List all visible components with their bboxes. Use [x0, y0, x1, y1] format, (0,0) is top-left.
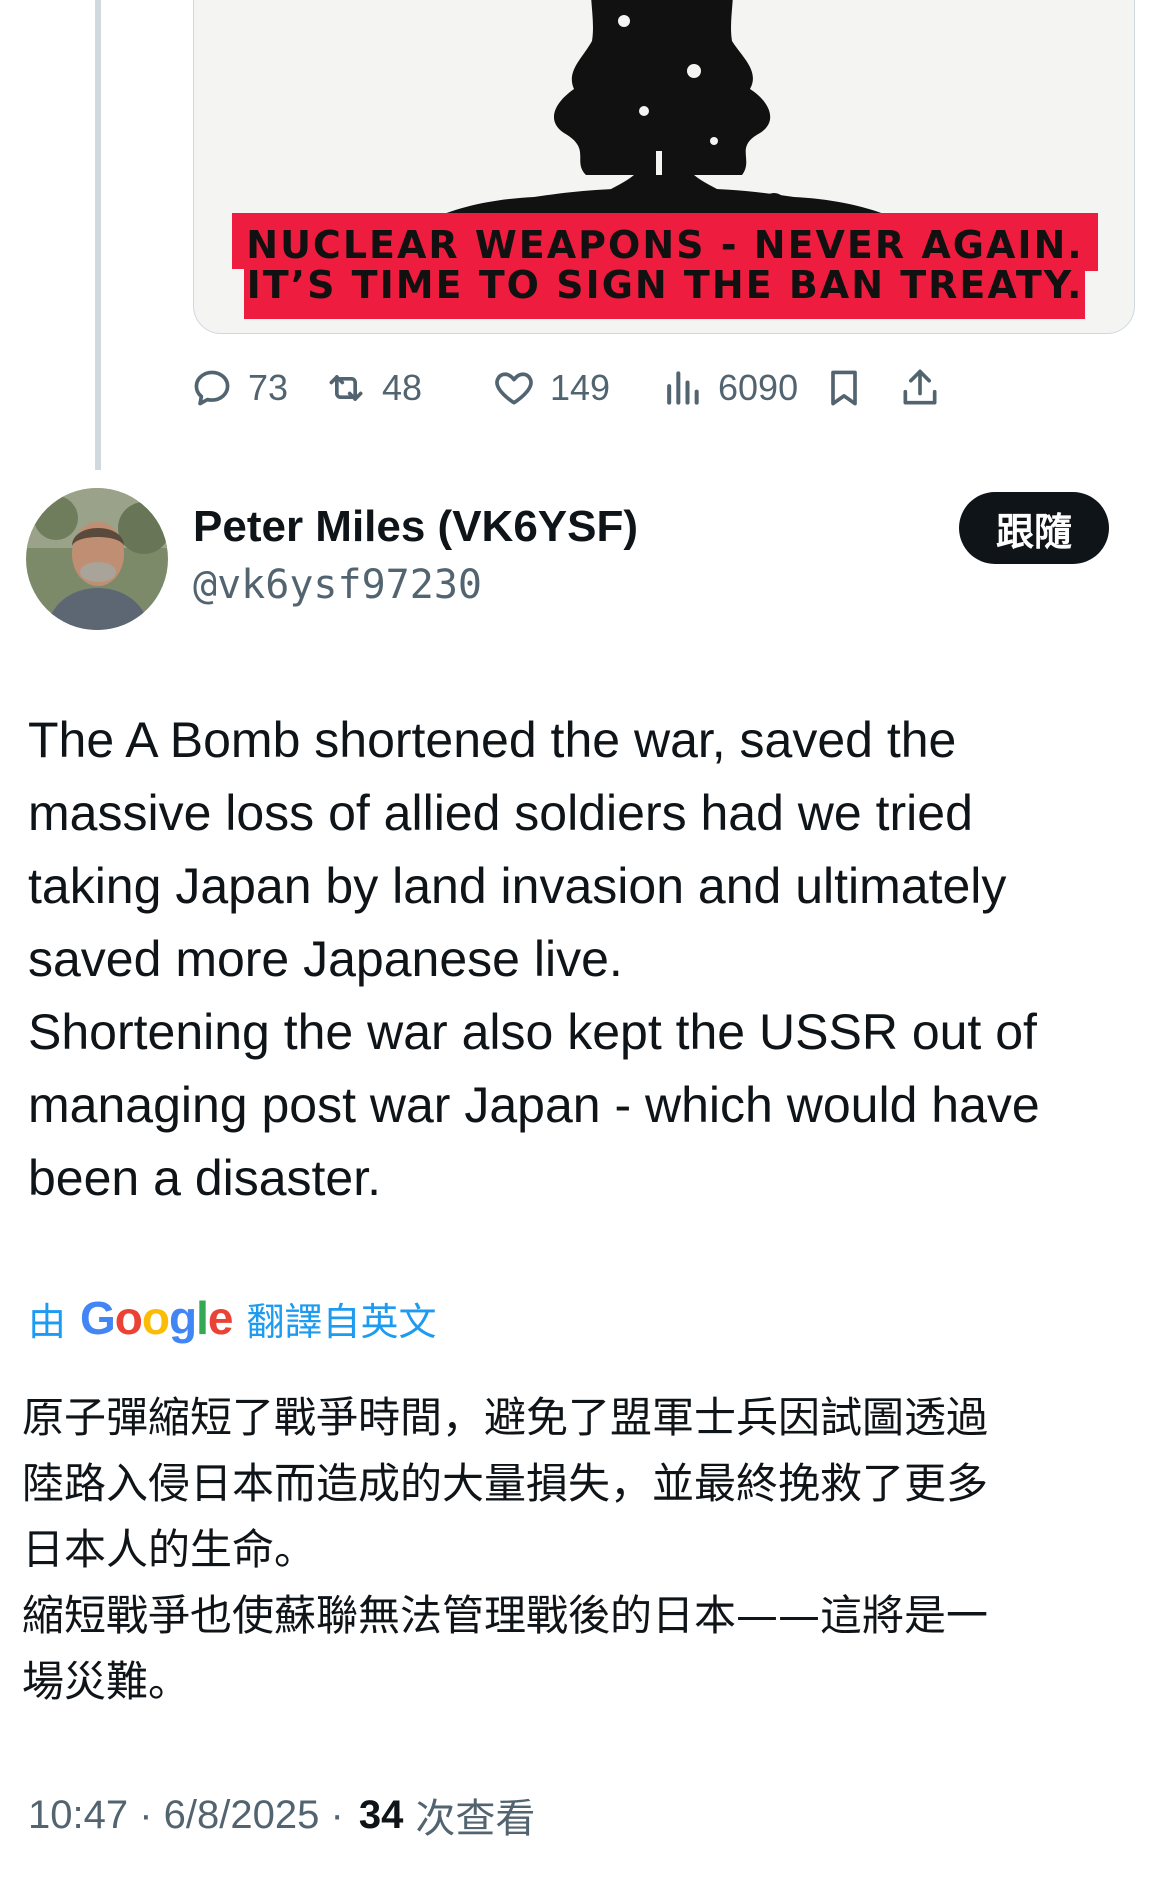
bookmark-icon: [831, 370, 857, 406]
post-meta: 10:47 · 6/8/2025 · 34 次查看: [28, 1786, 535, 1844]
translation-source-label: 翻譯自英文: [246, 1299, 437, 1344]
google-logo: Google: [80, 1292, 233, 1344]
banner-line-2: IT’S TIME TO SIGN THE BAN TREATY.: [246, 263, 1084, 307]
reply-count: 73: [248, 367, 289, 408]
reply-icon: [194, 370, 230, 406]
campaign-banner: NUCLEAR WEAPONS - NEVER AGAIN. IT’S TIME…: [232, 213, 1098, 319]
prev-post-action-bar: 73 48 149 6090: [190, 360, 1140, 416]
author-handle[interactable]: @vk6ysf97230: [193, 562, 482, 608]
banner-line-1: NUCLEAR WEAPONS - NEVER AGAIN.: [246, 223, 1084, 267]
mushroom-cloud-illustration: [428, 0, 900, 221]
repost-icon: [329, 375, 363, 401]
analytics-bar-icon: [667, 371, 699, 405]
meta-separator: ·: [319, 1792, 355, 1837]
bookmark-button[interactable]: [822, 360, 866, 416]
post-views-count: 34: [358, 1792, 404, 1837]
like-count: 149: [550, 367, 611, 408]
thread-connector-line: [95, 0, 101, 470]
post-media-image[interactable]: NUCLEAR WEAPONS - NEVER AGAIN. IT’S TIME…: [193, 0, 1135, 334]
share-button[interactable]: [898, 360, 942, 416]
meta-separator: ·: [128, 1792, 164, 1837]
follow-button[interactable]: 跟隨: [959, 492, 1109, 564]
post-views-label: 次查看: [415, 1796, 536, 1842]
views-count: 6090: [718, 367, 799, 408]
translation-by-label: 由: [28, 1299, 67, 1344]
views-button[interactable]: 6090: [660, 360, 798, 416]
like-button[interactable]: 149: [492, 360, 610, 416]
translation-attribution[interactable]: 由 Google 翻譯自英文: [28, 1288, 437, 1348]
post-author-header: Peter Miles (VK6YSF) @vk6ysf97230 跟隨: [26, 488, 1144, 638]
translated-post-text: 原子彈縮短了戰爭時間，避免了盟軍士兵因試圖透過 陸路入侵日本而造成的大量損失，並…: [22, 1393, 989, 1706]
avatar[interactable]: [26, 488, 168, 630]
post-time[interactable]: 10:47: [28, 1793, 128, 1838]
heart-icon: [495, 372, 533, 405]
repost-count: 48: [382, 367, 423, 408]
author-display-name[interactable]: Peter Miles (VK6YSF): [193, 502, 638, 552]
post-date[interactable]: 6/8/2025: [164, 1793, 320, 1838]
post-text: The A Bomb shortened the war, saved the …: [28, 712, 1040, 1206]
repost-button[interactable]: 48: [324, 360, 422, 416]
share-icon: [903, 369, 937, 405]
reply-button[interactable]: 73: [190, 360, 288, 416]
